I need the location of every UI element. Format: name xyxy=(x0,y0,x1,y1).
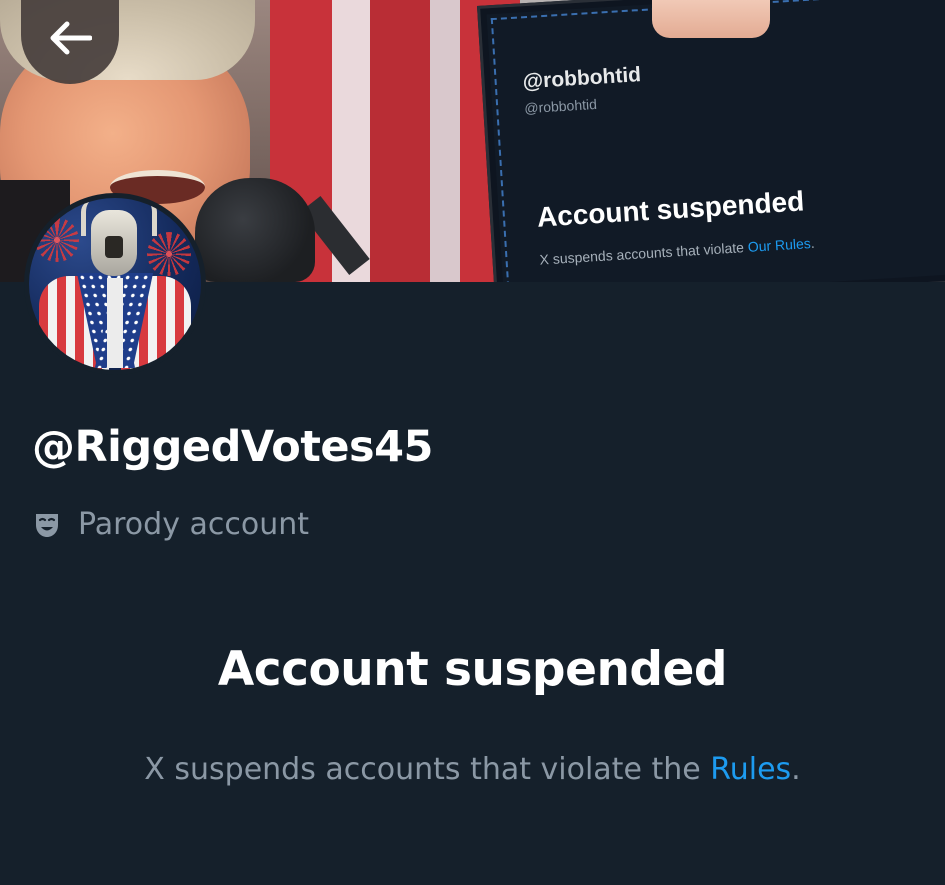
suspension-message: X suspends accounts that violate the Rul… xyxy=(0,752,945,787)
parody-badge: Parody account xyxy=(34,507,309,542)
avatar[interactable] xyxy=(24,193,206,375)
rules-link[interactable]: Rules xyxy=(710,752,791,787)
suspension-text-suffix: . xyxy=(791,752,801,787)
banner-microphone xyxy=(195,178,315,282)
avatar-image xyxy=(29,198,201,370)
avatar-mask xyxy=(91,210,137,276)
arrow-left-icon xyxy=(50,21,92,55)
profile-username: @RiggedVotes45 xyxy=(32,422,433,472)
banner-suspended-card: @robbohtid @robbohtid Account suspended … xyxy=(477,0,945,282)
banner-hand xyxy=(652,0,770,38)
suspension-title: Account suspended xyxy=(217,642,728,697)
avatar-firework xyxy=(147,232,191,276)
avatar-shirt xyxy=(107,278,123,368)
theater-mask-icon xyxy=(36,513,58,537)
parody-label: Parody account xyxy=(78,507,310,542)
suspension-text-prefix: X suspends accounts that violate the xyxy=(144,752,711,787)
avatar-firework xyxy=(35,218,79,262)
